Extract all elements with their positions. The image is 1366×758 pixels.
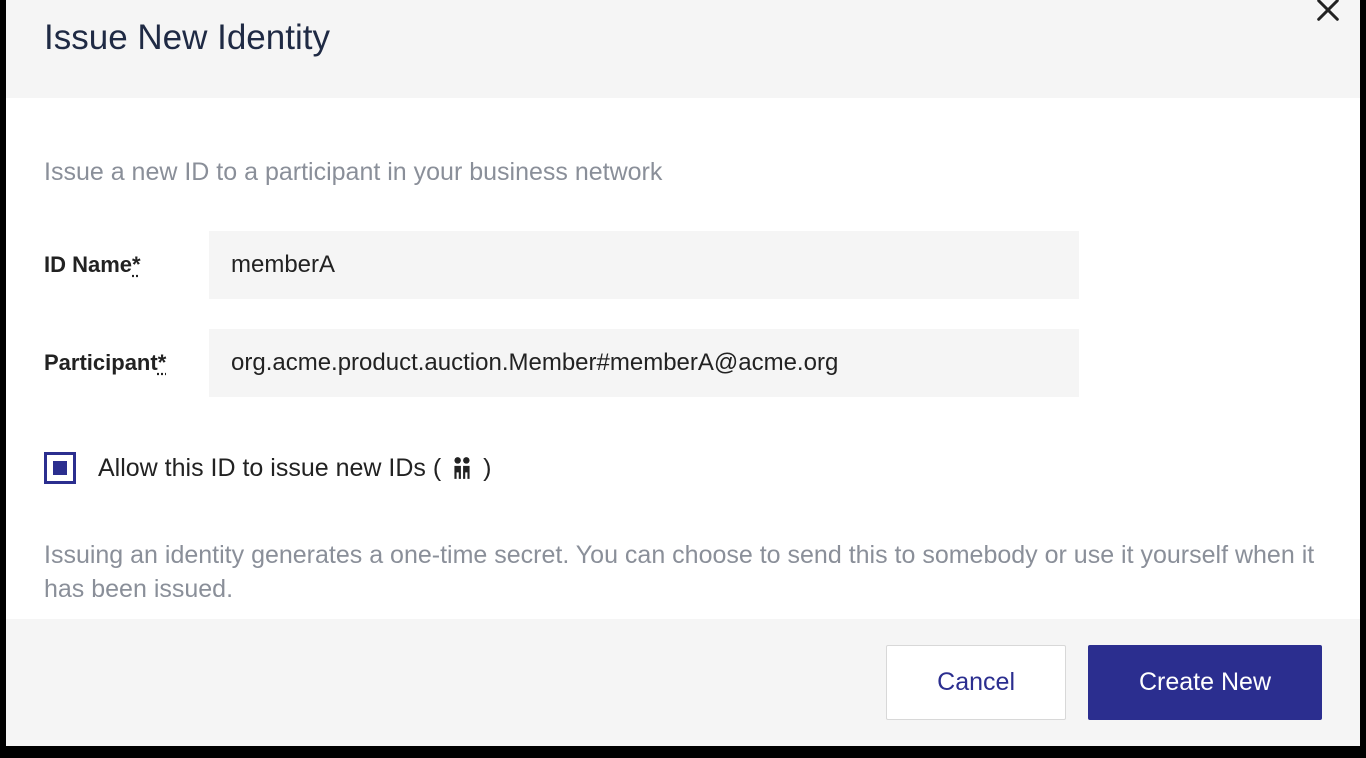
participant-label: Participant* [44,350,209,376]
participant-input[interactable] [209,329,1079,397]
create-new-button[interactable]: Create New [1088,645,1322,720]
form-row-participant: Participant* [44,329,1322,397]
id-name-input[interactable] [209,231,1079,299]
modal-subhead: Issue a new ID to a participant in your … [44,158,1322,187]
modal-title: Issue New Identity [44,18,1322,58]
modal-header: Issue New Identity [6,0,1360,98]
form-row-id-name: ID Name* [44,231,1322,299]
close-icon[interactable] [1314,0,1342,30]
checkbox-checked-indicator [53,461,67,475]
allow-issue-label: Allow this ID to issue new IDs ( ) [98,454,492,483]
modal-body: Issue a new ID to a participant in your … [6,98,1360,647]
allow-issue-checkbox[interactable] [44,452,76,484]
issue-identity-modal: Issue New Identity Issue a new ID to a p… [6,0,1360,746]
allow-issue-checkbox-row: Allow this ID to issue new IDs ( ) [44,452,1322,484]
people-icon [449,455,475,481]
id-name-label: ID Name* [44,252,209,278]
cancel-button[interactable]: Cancel [886,645,1066,720]
info-text: Issuing an identity generates a one-time… [44,539,1322,607]
modal-footer: Cancel Create New [6,619,1360,746]
